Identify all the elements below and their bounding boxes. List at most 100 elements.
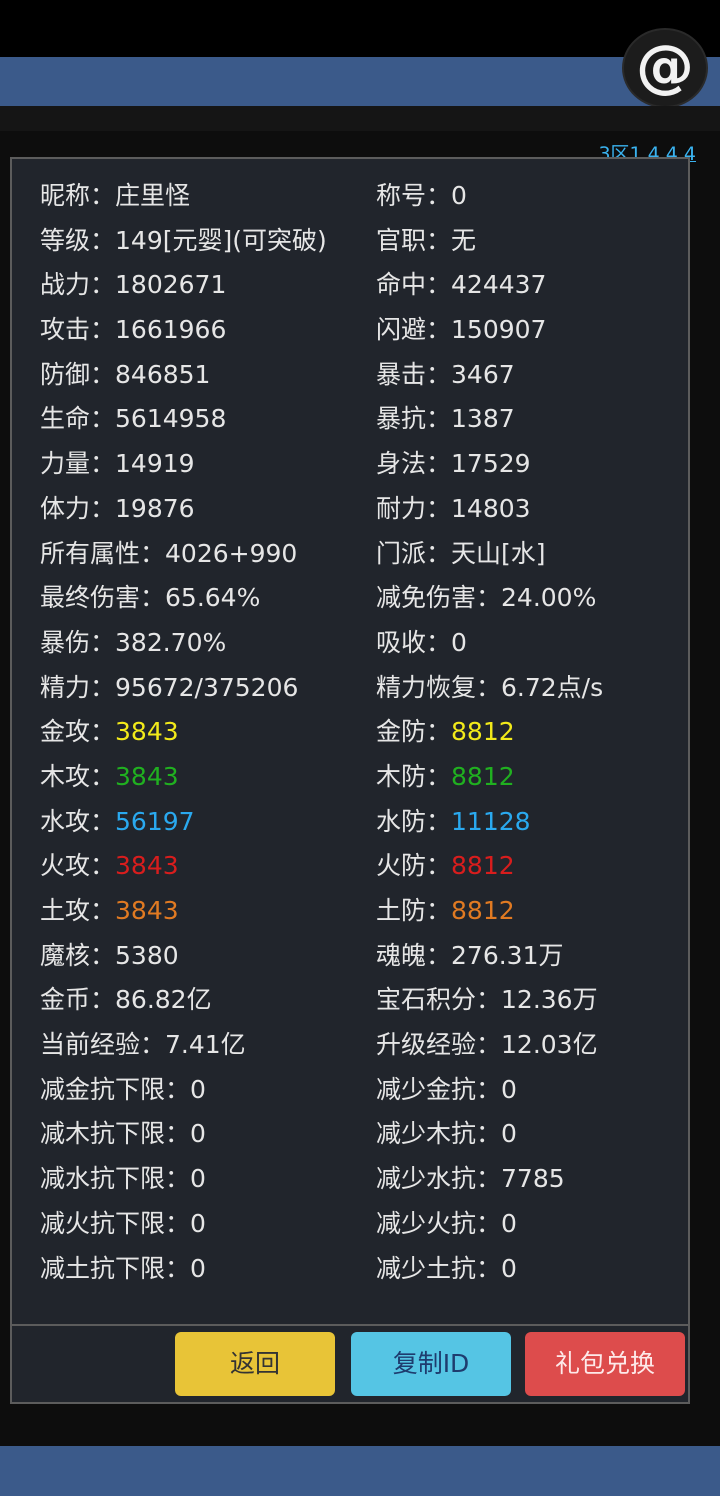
stat-label: 身法： — [376, 449, 452, 479]
stat-label: 生命： — [40, 404, 116, 434]
stat-item: 金币：86.82亿 — [40, 980, 212, 1020]
stat-value: 0 — [501, 1208, 517, 1238]
stat-item: 升级经验：12.03亿 — [376, 1025, 598, 1065]
stat-value: 0 — [451, 181, 467, 210]
stat-item: 减水抗下限：0 — [40, 1159, 206, 1199]
stat-label: 木攻： — [40, 761, 116, 791]
stat-label: 魂魄： — [376, 940, 452, 970]
stat-value: 276.31万 — [451, 940, 564, 970]
stat-item: 暴伤：382.70% — [40, 623, 226, 663]
stat-value: 24.00% — [501, 583, 597, 613]
stat-row: 体力：19876 耐力：14803 — [40, 489, 680, 534]
stat-item: 所有属性：4026+990 — [40, 534, 297, 574]
stat-label: 门派： — [376, 538, 452, 568]
stat-value: 0 — [501, 1253, 517, 1283]
stat-row: 魔核：5380 魂魄：276.31万 — [40, 936, 680, 981]
stat-label: 吸收： — [376, 627, 452, 657]
stat-row: 金币：86.82亿 宝石积分：12.36万 — [40, 980, 680, 1025]
stat-item: 土攻：3843 — [40, 891, 179, 931]
stat-label: 金攻： — [40, 717, 116, 747]
back-button[interactable]: 返回 — [175, 1332, 335, 1396]
stat-item: 减免伤害：24.00% — [376, 578, 596, 618]
stat-label: 减土抗下限： — [40, 1253, 191, 1283]
stat-label: 等级： — [40, 225, 116, 255]
stat-item: 减火抗下限：0 — [40, 1204, 206, 1244]
stat-value: 7785 — [501, 1164, 565, 1194]
at-sign-icon: @ — [636, 32, 694, 100]
stat-value: 8812 — [451, 851, 515, 881]
stat-label: 称号： — [376, 181, 452, 210]
stat-item: 最终伤害：65.64% — [40, 578, 260, 618]
stat-label: 减少土抗： — [376, 1253, 502, 1283]
stat-item: 宝石积分：12.36万 — [376, 980, 598, 1020]
stat-item: 金攻：3843 — [40, 712, 179, 752]
stat-label: 水攻： — [40, 806, 116, 836]
stat-label: 防御： — [40, 359, 116, 389]
stat-row: 水攻：56197 水防：11128 — [40, 802, 680, 847]
stat-value: 150907 — [451, 315, 547, 345]
stat-item: 火防：8812 — [376, 846, 515, 886]
stat-label: 木防： — [376, 761, 452, 791]
stat-value: 6.72点/s — [501, 672, 604, 702]
stat-label: 减少木抗： — [376, 1119, 502, 1149]
stat-row: 暴伤：382.70% 吸收：0 — [40, 623, 680, 668]
stat-row: 金攻：3843 金防：8812 — [40, 712, 680, 757]
stat-item: 减土抗下限：0 — [40, 1249, 206, 1289]
stat-value: 14803 — [451, 493, 531, 523]
stat-value: 424437 — [451, 270, 547, 300]
stat-row: 土攻：3843 土防：8812 — [40, 891, 680, 936]
stat-row: 减火抗下限：0 减少火抗：0 — [40, 1204, 680, 1249]
stat-label: 金防： — [376, 717, 452, 747]
stat-row: 所有属性：4026+990 门派：天山[水] — [40, 534, 680, 579]
stat-label: 魔核： — [40, 940, 116, 970]
stat-item: 精力恢复：6.72点/s — [376, 668, 603, 708]
stat-value: 0 — [190, 1119, 206, 1149]
stat-value: 14919 — [115, 449, 195, 479]
stat-label: 命中： — [376, 270, 452, 300]
stat-item: 减少金抗：0 — [376, 1070, 517, 1110]
stat-value: 0 — [190, 1074, 206, 1104]
stat-item: 暴击：3467 — [376, 355, 515, 395]
stat-label: 水防： — [376, 806, 452, 836]
bottom-gap — [0, 1418, 720, 1446]
stat-value: 无 — [451, 225, 477, 255]
stat-value: 0 — [190, 1164, 206, 1194]
stat-label: 减少火抗： — [376, 1208, 502, 1238]
gift-redeem-button[interactable]: 礼包兑换 — [525, 1332, 685, 1396]
stat-row: 减土抗下限：0 减少土抗：0 — [40, 1249, 680, 1294]
stat-item: 战力：1802671 — [40, 265, 226, 305]
stat-item: 当前经验：7.41亿 — [40, 1025, 246, 1065]
stat-item: 攻击：1661966 — [40, 310, 226, 350]
stat-label: 最终伤害： — [40, 583, 166, 613]
stat-value: 1661966 — [115, 315, 227, 345]
stat-label: 土防： — [376, 896, 452, 925]
stat-item: 金防：8812 — [376, 712, 515, 752]
stat-item: 等级：149[元婴](可突破) — [40, 221, 327, 261]
stat-row: 减金抗下限：0 减少金抗：0 — [40, 1070, 680, 1115]
bottom-nav-bar — [0, 1446, 720, 1496]
stat-item: 火攻：3843 — [40, 846, 179, 886]
avatar[interactable]: @ — [622, 28, 708, 108]
stat-row: 最终伤害：65.64% 减免伤害：24.00% — [40, 578, 680, 623]
stat-item: 昵称：庄里怪 — [40, 176, 190, 216]
stat-label: 火防： — [376, 851, 452, 881]
stat-label: 暴抗： — [376, 404, 452, 434]
stat-label: 力量： — [40, 449, 116, 479]
stat-item: 减少木抗：0 — [376, 1114, 517, 1154]
stat-label: 体力： — [40, 493, 116, 523]
stat-value: 12.03亿 — [501, 1030, 598, 1060]
stat-row: 力量：14919 身法：17529 — [40, 444, 680, 489]
copy-id-button[interactable]: 复制ID — [351, 1332, 511, 1396]
stat-item: 魔核：5380 — [40, 936, 179, 976]
stats-grid: 昵称：庄里怪 称号：0 等级：149[元婴](可突破) 官职：无 战力：1802671 命… — [40, 176, 680, 1293]
stat-value: 5614958 — [115, 404, 227, 434]
stat-value: 1802671 — [115, 270, 227, 300]
stat-item: 暴抗：1387 — [376, 399, 515, 439]
stat-item: 减金抗下限：0 — [40, 1070, 206, 1110]
stat-item: 官职：无 — [376, 221, 476, 261]
stat-label: 金币： — [40, 985, 116, 1015]
stat-row: 当前经验：7.41亿 升级经验：12.03亿 — [40, 1025, 680, 1070]
stat-value: 19876 — [115, 493, 195, 523]
stat-label: 宝石积分： — [376, 985, 502, 1015]
stat-label: 官职： — [376, 225, 452, 255]
